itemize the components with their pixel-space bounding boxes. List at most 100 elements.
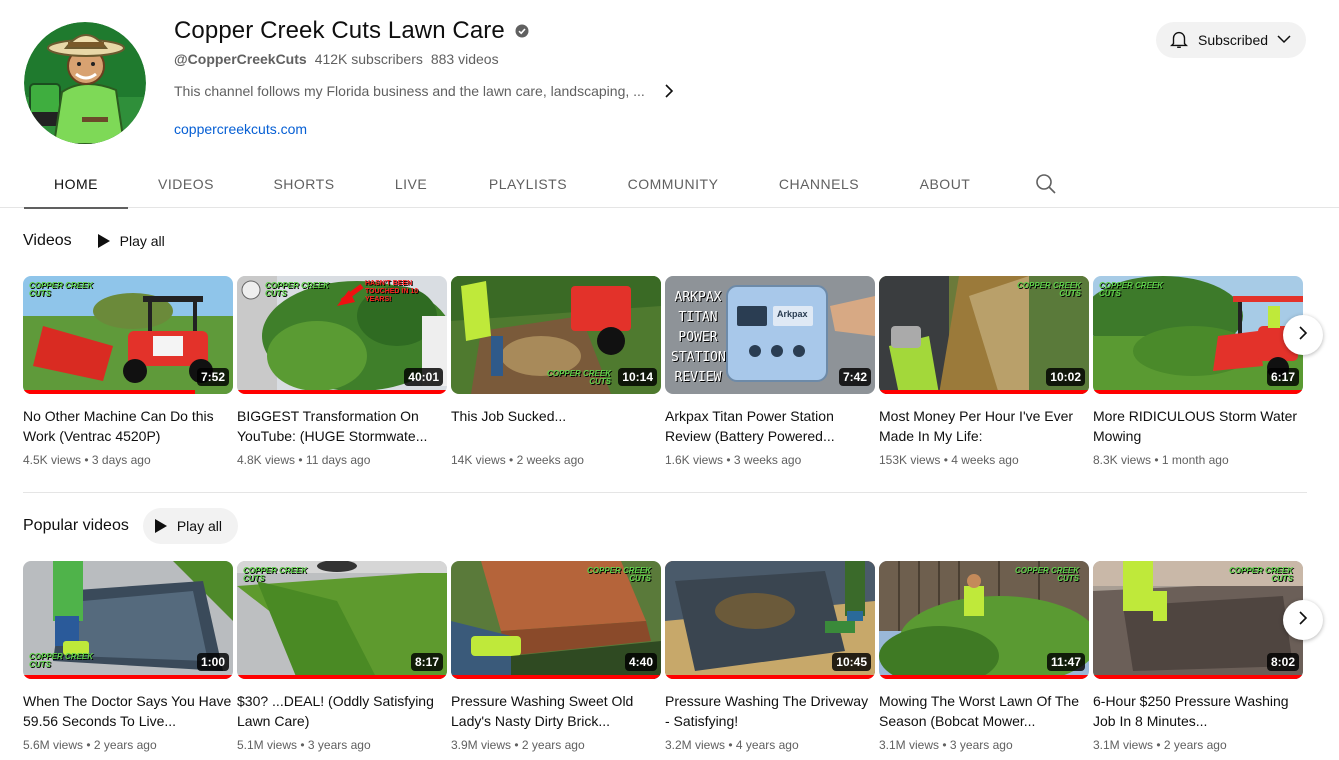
video-thumbnail[interactable]: COPPER CREEK CUTS 10:14 [451,276,661,394]
watermark-line-2: CUTS [589,377,611,386]
carousel-next-button[interactable] [1283,600,1323,640]
video-views: 3.2M views [665,738,726,752]
video-card[interactable]: COPPER CREEK CUTS 10:14 This Job Sucked..… [451,276,661,467]
carousel-next-button[interactable] [1283,315,1323,355]
channel-description-text: This channel follows my Florida business… [174,83,645,99]
channel-title-row: Copper Creek Cuts Lawn Care [174,17,529,45]
video-card[interactable]: COPPER CREEK CUTS 8:17 $30? ...DEAL! (Odd… [237,561,447,752]
video-thumbnail[interactable]: COPPER CREEK CUTS 11:47 [879,561,1089,679]
watermark-line-2: CUTS [1271,574,1293,583]
video-duration: 10:14 [618,368,657,386]
video-thumbnail[interactable]: ARKPAX TITAN POWER STATION REVIEW Arkpax… [665,276,875,394]
brand-watermark: COPPER CREEK CUTS [243,567,307,583]
play-all-button[interactable]: Play all [142,508,238,544]
video-title[interactable]: This Job Sucked... [451,406,661,446]
play-icon [97,234,110,248]
channel-name: Copper Creek Cuts Lawn Care [174,17,505,44]
watch-progress-bar [665,675,875,679]
play-all-button[interactable]: Play all [86,223,181,259]
tab-live[interactable]: LIVE [388,160,434,208]
video-age: 3 days ago [91,453,151,467]
overlay-line: POWER [678,330,718,345]
video-card[interactable]: COPPER CREEK CUTS 1:00 When The Doctor Sa… [23,561,233,752]
channel-header: Copper Creek Cuts Lawn Care @CopperCreek… [0,0,1339,160]
tab-videos[interactable]: VIDEOS [150,160,222,208]
brand-watermark: COPPER CREEK CUTS [29,282,93,298]
video-card[interactable]: COPPER CREEK CUTS 7:52 No Other Machine C… [23,276,233,467]
video-age: 2 years ago [93,738,157,752]
video-age: 11 days ago [305,453,371,467]
video-views: 4.5K views [23,453,82,467]
tab-community[interactable]: COMMUNITY [620,160,726,208]
video-thumbnail[interactable]: COPPER CREEK CUTS 4:40 [451,561,661,679]
watch-progress-bar [1093,675,1303,679]
channel-website-link[interactable]: coppercreekcuts.com [174,121,307,137]
video-title[interactable]: $30? ...DEAL! (Oddly Satisfying Lawn Car… [237,691,447,731]
video-card[interactable]: ARKPAX TITAN POWER STATION REVIEW Arkpax… [665,276,875,467]
videos-section-header: Videos Play all [23,223,181,259]
watermark-line-2: CUTS [29,289,51,298]
video-card[interactable]: COPPER CREEK CUTS 8:02 6-Hour $250 Pressu… [1093,561,1303,752]
subscribed-button[interactable]: Subscribed [1156,22,1306,58]
video-meta: 4.8K views • 11 days ago [237,453,371,467]
search-icon[interactable] [1034,172,1058,196]
video-card[interactable]: COPPER CREEK CUTS HASN'T BEEN TOUCHED IN … [237,276,447,467]
thumbnail-banner-text: HASN'T BEEN TOUCHED IN 10 YEARS! [365,280,419,303]
video-title[interactable]: More RIDICULOUS Storm Water Mowing [1093,406,1303,446]
overlay-line: REVIEW [674,370,722,385]
video-meta: 3.9M views • 2 years ago [451,738,585,752]
video-age: 2 years ago [521,738,585,752]
video-title[interactable]: 6-Hour $250 Pressure Washing Job In 8 Mi… [1093,691,1303,731]
video-duration: 4:40 [624,653,657,671]
video-age: 2 weeks ago [516,453,584,467]
chevron-right-icon [1295,325,1311,346]
video-meta: 1.6K views • 3 weeks ago [665,453,802,467]
video-title[interactable]: Mowing The Worst Lawn Of The Season (Bob… [879,691,1089,731]
video-thumbnail[interactable]: COPPER CREEK CUTS 8:17 [237,561,447,679]
video-title[interactable]: Arkpax Titan Power Station Review (Batte… [665,406,875,446]
play-all-label: Play all [119,233,165,249]
video-title[interactable]: Most Money Per Hour I've Ever Made In My… [879,406,1089,446]
video-duration: 8:02 [1266,653,1299,671]
video-thumbnail[interactable]: COPPER CREEK CUTS 10:02 [879,276,1089,394]
video-title[interactable]: Pressure Washing Sweet Old Lady's Nasty … [451,691,661,731]
tab-channels[interactable]: CHANNELS [772,160,866,208]
channel-meta: @CopperCreekCuts 412K subscribers 883 vi… [174,51,499,67]
video-age: 3 weeks ago [733,453,802,467]
channel-description[interactable]: This channel follows my Florida business… [174,83,677,99]
channel-avatar[interactable] [24,22,146,144]
tab-about[interactable]: ABOUT [914,160,976,208]
video-thumbnail[interactable]: COPPER CREEK CUTS 6:17 [1093,276,1303,394]
chevron-right-icon [1295,610,1311,631]
brand-watermark: COPPER CREEK CUTS [587,567,651,583]
video-age: 3 years ago [307,738,371,752]
video-title[interactable]: Pressure Washing The Driveway - Satisfyi… [665,691,875,731]
video-card[interactable]: COPPER CREEK CUTS 11:47 Mowing The Worst … [879,561,1089,752]
chevron-right-icon[interactable] [661,83,677,99]
video-card[interactable]: COPPER CREEK CUTS 10:02 Most Money Per Ho… [879,276,1089,467]
video-age: 4 weeks ago [951,453,1019,467]
tab-playlists[interactable]: PLAYLISTS [482,160,574,208]
video-thumbnail[interactable]: COPPER CREEK CUTS 8:02 [1093,561,1303,679]
video-thumbnail[interactable]: COPPER CREEK CUTS 1:00 [23,561,233,679]
video-duration: 1:00 [196,653,229,671]
tab-home[interactable]: HOME [24,160,128,209]
video-card[interactable]: COPPER CREEK CUTS 4:40 Pressure Washing S… [451,561,661,752]
video-thumbnail[interactable]: 10:45 [665,561,875,679]
video-title[interactable]: BIGGEST Transformation On YouTube: (HUGE… [237,406,447,446]
watermark-line-2: CUTS [629,574,651,583]
channel-handle: @CopperCreekCuts [174,51,307,67]
video-meta: 14K views • 2 weeks ago [451,453,584,467]
tab-shorts[interactable]: SHORTS [266,160,342,208]
video-meta: 4.5K views • 3 days ago [23,453,151,467]
video-card[interactable]: COPPER CREEK CUTS 6:17 More RIDICULOUS St… [1093,276,1303,467]
section-title-popular: Popular videos [23,517,129,534]
video-card[interactable]: 10:45 Pressure Washing The Driveway - Sa… [665,561,875,752]
video-thumbnail[interactable]: COPPER CREEK CUTS HASN'T BEEN TOUCHED IN … [237,276,447,394]
video-meta: 3.1M views • 2 years ago [1093,738,1227,752]
video-title[interactable]: No Other Machine Can Do this Work (Ventr… [23,406,233,446]
video-thumbnail[interactable]: COPPER CREEK CUTS 7:52 [23,276,233,394]
video-views: 3.9M views [451,738,512,752]
overlay-line: TITAN [678,310,718,325]
video-title[interactable]: When The Doctor Says You Have 59.56 Seco… [23,691,233,731]
